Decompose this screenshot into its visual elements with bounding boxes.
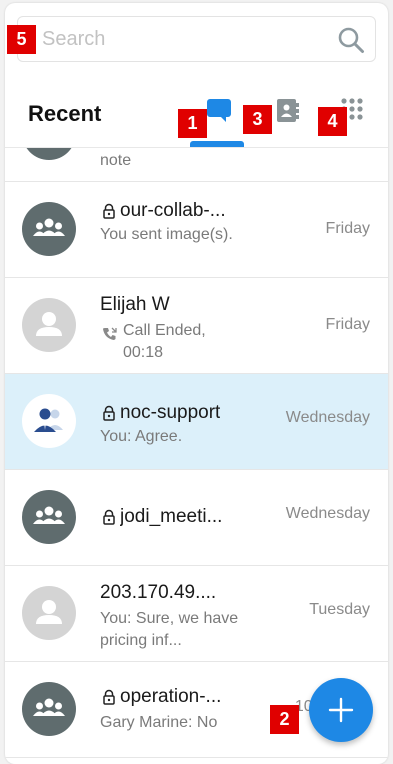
group-avatar	[22, 148, 76, 160]
annotation-badge-3: 3	[243, 105, 272, 134]
conversation-row-selected[interactable]: noc-support You: Agree. Wednesday	[5, 374, 388, 470]
lock-icon	[103, 509, 115, 525]
conversation-list[interactable]: note our-collab-... You sent image(s). F…	[5, 147, 388, 764]
conversation-title: our-collab-...	[101, 200, 226, 222]
conversation-subtitle: You sent image(s).	[100, 226, 233, 243]
conversation-row[interactable]: Elijah W Call Ended, 00:18 Friday	[5, 278, 388, 374]
conversation-name: 203.170.49....	[100, 582, 217, 603]
lock-icon	[103, 689, 115, 705]
conversation-time: Friday	[325, 316, 370, 333]
conversation-subtitle: You: Sure, we have pricing inf...	[100, 610, 239, 649]
person-avatar	[22, 586, 76, 640]
annotation-badge-4: 4	[318, 107, 347, 136]
conversation-subtitle: You: Agree.	[100, 428, 183, 445]
conversation-subtitle: note	[100, 152, 132, 169]
conversation-subtitle: Call Ended, 00:18	[123, 322, 206, 361]
conversation-title: noc-support	[101, 402, 220, 424]
people-icon	[34, 408, 63, 432]
conversation-row[interactable]: jodi_meeti... Wednesday	[5, 470, 388, 566]
annotation-badge-1: 1	[178, 109, 207, 138]
plus-icon	[328, 697, 354, 723]
new-conversation-button[interactable]	[309, 678, 373, 742]
search-bar[interactable]	[17, 16, 376, 62]
conversation-time: Friday	[325, 220, 370, 237]
group-avatar	[22, 682, 76, 736]
conversation-name: jodi_meeti...	[120, 506, 223, 527]
search-input[interactable]	[18, 17, 328, 61]
conversation-name: noc-support	[120, 402, 221, 423]
app-frame: Recent	[5, 3, 388, 764]
lock-icon	[103, 203, 115, 219]
conversation-name: operation-...	[120, 686, 222, 707]
conversation-title: jodi_meeti...	[101, 506, 222, 528]
conversation-title: 203.170.49....	[100, 582, 216, 604]
annotation-badge-2: 2	[270, 705, 299, 734]
conversation-title: operation-...	[101, 686, 221, 708]
group-avatar	[22, 202, 76, 256]
search-icon[interactable]	[337, 26, 365, 54]
group-icon	[33, 506, 65, 524]
page-title: Recent	[28, 101, 102, 126]
conversation-time: Tuesday	[309, 601, 370, 618]
person-icon	[36, 312, 62, 336]
call-ended-icon	[103, 327, 117, 340]
conversation-title: Elijah W	[100, 294, 170, 316]
lock-icon	[103, 405, 115, 421]
conversation-row[interactable]: note	[5, 148, 388, 182]
conversation-time: Wednesday	[285, 505, 370, 522]
person-avatar	[22, 298, 76, 352]
conversation-time: Wednesday	[285, 409, 370, 426]
conversation-row[interactable]: 203.170.49.... You: Sure, we have pricin…	[5, 566, 388, 662]
group-avatar	[22, 394, 76, 448]
person-icon	[36, 600, 62, 624]
annotation-badge-5: 5	[7, 25, 36, 54]
conversation-name: our-collab-...	[120, 200, 226, 221]
conversation-row[interactable]: our-collab-... You sent image(s). Friday	[5, 182, 388, 278]
group-icon	[33, 698, 65, 716]
conversation-subtitle: Gary Marine: No	[100, 714, 218, 731]
group-avatar	[22, 490, 76, 544]
group-icon	[33, 218, 65, 236]
conversation-name: Elijah W	[100, 294, 170, 315]
